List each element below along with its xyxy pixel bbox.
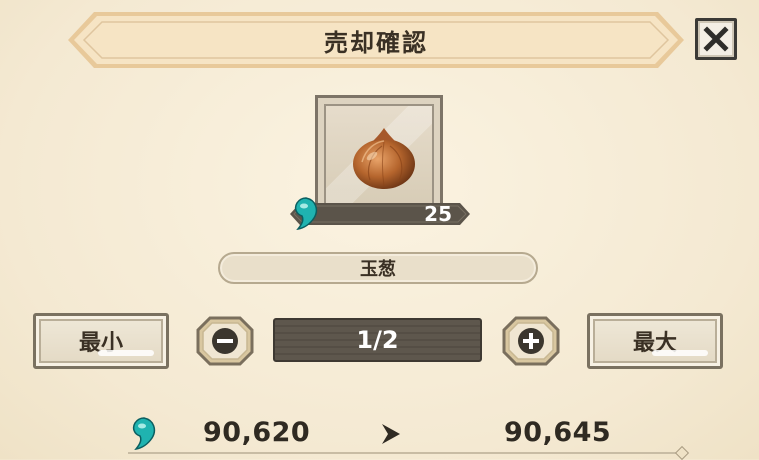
- close-x-icon: [703, 26, 729, 52]
- increment-button[interactable]: [502, 316, 560, 366]
- plus-icon: [518, 328, 544, 354]
- current-money: 90,620: [203, 417, 311, 448]
- min-button-shine: [98, 350, 154, 356]
- onion-icon: [353, 128, 415, 189]
- item-slot: [315, 95, 443, 217]
- close-button[interactable]: [695, 18, 737, 60]
- title-banner: 売却確認: [68, 10, 684, 70]
- decrement-button[interactable]: [196, 316, 254, 366]
- minus-icon: [212, 328, 238, 354]
- quantity-value: 1/2: [356, 326, 399, 354]
- item-name: 玉葱: [360, 259, 396, 280]
- arrow-right-icon: [382, 424, 400, 444]
- dialog-title: 売却確認: [324, 28, 428, 57]
- currency-divider: [128, 452, 683, 454]
- max-button-shine: [652, 350, 708, 356]
- after-money: 90,645: [504, 417, 612, 448]
- teal-gem-icon: [294, 197, 318, 230]
- item-price: 25: [424, 202, 452, 226]
- item-name-plate: 玉葱: [218, 252, 538, 284]
- max-button[interactable]: 最大: [587, 313, 723, 369]
- item-slot-inner: [324, 104, 434, 208]
- teal-gem-icon: [132, 417, 156, 450]
- min-button[interactable]: 最小: [33, 313, 169, 369]
- quantity-display: 1/2: [273, 318, 482, 362]
